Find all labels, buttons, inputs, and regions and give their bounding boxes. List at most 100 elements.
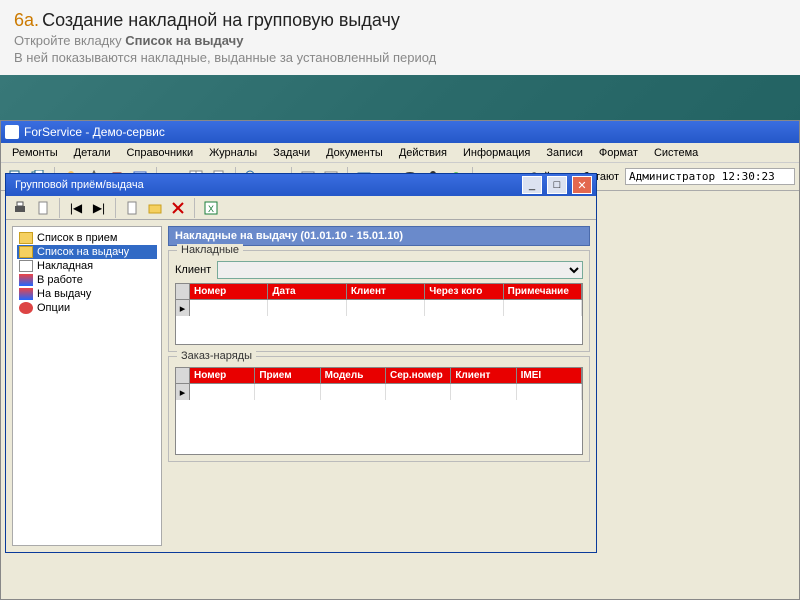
child-window-title: Групповой приём/выдача [15, 179, 144, 191]
tree-item-spisok-vydachu[interactable]: Список на выдачу [17, 245, 157, 259]
col-priem[interactable]: Прием [255, 368, 320, 384]
col-data[interactable]: Дата [268, 284, 346, 300]
tree-item-na-vydachu[interactable]: На выдачу [17, 287, 157, 301]
fieldset-legend: Накладные [177, 244, 243, 256]
tree-item-nakladnaya[interactable]: Накладная [17, 259, 157, 273]
grid-cell[interactable] [425, 300, 503, 316]
tree-label: Опции [37, 302, 70, 314]
tree-item-v-rabote[interactable]: В работе [17, 273, 157, 287]
person-icon [19, 288, 33, 300]
client-label: Клиент [175, 264, 211, 276]
menubar[interactable]: Ремонты Детали Справочники Журналы Задач… [1, 143, 799, 163]
ct-last-icon[interactable]: ▶| [89, 198, 109, 218]
tree-item-optsii[interactable]: Опции [17, 301, 157, 315]
tree-label: Список в прием [37, 232, 117, 244]
tree-label: В работе [37, 274, 83, 286]
grid-row[interactable]: ▸ [176, 384, 582, 400]
grid-cell[interactable] [386, 384, 451, 400]
menu-zhurnaly[interactable]: Журналы [202, 145, 264, 161]
menu-sistema[interactable]: Система [647, 145, 705, 161]
separator [194, 198, 195, 218]
tree-label: Список на выдачу [37, 246, 129, 258]
ct-excel-icon[interactable]: X [201, 198, 221, 218]
ct-new-icon[interactable] [122, 198, 142, 218]
gear-icon [19, 302, 33, 314]
col-sernomer[interactable]: Сер.номер [386, 368, 451, 384]
grid-nakladnye[interactable]: Номер Дата Клиент Через кого Примечание … [175, 283, 583, 345]
instruction-tab-name: Список на выдачу [125, 33, 243, 48]
grid-corner [176, 284, 190, 300]
separator [115, 198, 116, 218]
col-klient[interactable]: Клиент [451, 368, 516, 384]
step-title: Создание накладной на групповую выдачу [42, 10, 400, 30]
app-icon [5, 125, 19, 139]
col-nomer[interactable]: Номер [190, 368, 255, 384]
content-panel: Накладные на выдачу (01.01.10 - 15.01.10… [168, 226, 590, 546]
instruction-line-3: В ней показываются накладные, выданные з… [14, 50, 786, 65]
ct-print-icon[interactable] [10, 198, 30, 218]
child-titlebar: Групповой приём/выдача _ □ ✕ [6, 174, 596, 196]
menu-remonty[interactable]: Ремонты [5, 145, 65, 161]
menu-deystviya[interactable]: Действия [392, 145, 454, 161]
tree-label: На выдачу [37, 288, 91, 300]
fieldset-legend: Заказ-наряды [177, 350, 256, 362]
folder-icon [19, 232, 33, 244]
ct-doc-icon[interactable] [33, 198, 53, 218]
col-model[interactable]: Модель [321, 368, 386, 384]
instruction-line-2: Откройте вкладку Список на выдачу [14, 33, 786, 48]
ct-first-icon[interactable]: |◀ [66, 198, 86, 218]
folder-open-icon [19, 246, 33, 258]
tree-label: Накладная [37, 260, 93, 272]
grid-cell[interactable] [504, 300, 582, 316]
close-button[interactable]: ✕ [572, 176, 592, 194]
grid-cell[interactable] [321, 384, 386, 400]
status-field [625, 168, 795, 185]
ct-del-icon[interactable] [168, 198, 188, 218]
row-indicator-icon: ▸ [176, 384, 190, 400]
col-nomer[interactable]: Номер [190, 284, 268, 300]
grid-body [176, 316, 582, 344]
menu-dokumenty[interactable]: Документы [319, 145, 390, 161]
grid-zakaz[interactable]: Номер Прием Модель Сер.номер Клиент IMEI… [175, 367, 583, 455]
grid-body [176, 400, 582, 454]
menu-spravochniki[interactable]: Справочники [119, 145, 200, 161]
menu-zapisi[interactable]: Записи [539, 145, 590, 161]
main-titlebar: ForService - Демо-сервис [1, 121, 799, 143]
panel-title: Накладные на выдачу (01.01.10 - 15.01.10… [168, 226, 590, 246]
window-title: ForService - Демо-сервис [24, 125, 165, 139]
svg-text:X: X [208, 204, 214, 214]
menu-detali[interactable]: Детали [67, 145, 118, 161]
main-window: ForService - Демо-сервис Ремонты Детали … [0, 120, 800, 600]
grid-cell[interactable] [268, 300, 346, 316]
tree-item-spisok-priem[interactable]: Список в прием [17, 231, 157, 245]
step-number: 6a. [14, 10, 39, 30]
grid-cell[interactable] [451, 384, 516, 400]
fieldset-zakaz-naryady: Заказ-наряды Номер Прием Модель Сер.номе… [168, 356, 590, 462]
ct-open-icon[interactable] [145, 198, 165, 218]
maximize-button[interactable]: □ [547, 176, 567, 194]
col-primechanie[interactable]: Примечание [504, 284, 582, 300]
col-klient[interactable]: Клиент [347, 284, 425, 300]
grid-cell[interactable] [517, 384, 582, 400]
row-indicator-icon: ▸ [176, 300, 190, 316]
menu-zadachi[interactable]: Задачи [266, 145, 317, 161]
instruction-text: Откройте вкладку [14, 33, 125, 48]
grid-cell[interactable] [190, 384, 255, 400]
menu-format[interactable]: Формат [592, 145, 645, 161]
child-toolbar: |◀ ▶| X [6, 196, 596, 220]
col-cherez[interactable]: Через кого [425, 284, 503, 300]
grid-row[interactable]: ▸ [176, 300, 582, 316]
minimize-button[interactable]: _ [522, 176, 542, 194]
fieldset-nakladnye: Накладные Клиент Номер Дата Клиент Через… [168, 250, 590, 352]
person-icon [19, 274, 33, 286]
tree-panel: Список в прием Список на выдачу Накладна… [12, 226, 162, 546]
grid-cell[interactable] [255, 384, 320, 400]
slide-header: 6a. Создание накладной на групповую выда… [0, 0, 800, 75]
grid-cell[interactable] [190, 300, 268, 316]
col-imei[interactable]: IMEI [517, 368, 582, 384]
client-select[interactable] [217, 261, 583, 279]
separator [59, 198, 60, 218]
menu-informatsiya[interactable]: Информация [456, 145, 537, 161]
grid-cell[interactable] [347, 300, 425, 316]
document-icon [19, 260, 33, 272]
